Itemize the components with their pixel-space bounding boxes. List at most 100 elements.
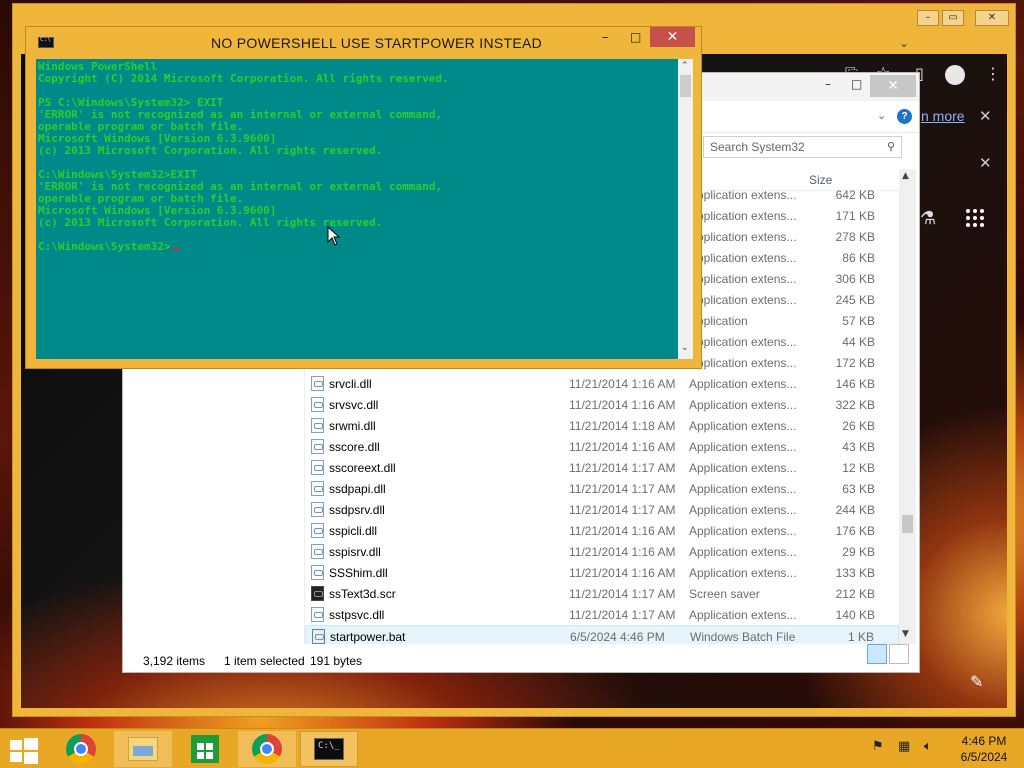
file-date-modified: 11/21/2014 1:17 AM (569, 587, 676, 601)
file-type: Application extens... (689, 419, 797, 433)
learn-more-link[interactable]: n more (921, 108, 965, 124)
cmd-titlebar[interactable]: NO POWERSHELL USE STARTPOWER INSTEAD – □… (26, 27, 701, 57)
file-date-modified: 11/21/2014 1:16 AM (569, 545, 676, 559)
file-row[interactable]: sscore.dll 11/21/2014 1:16 AM Application … (305, 436, 899, 457)
file-row[interactable]: srvcli.dll 11/21/2014 1:16 AM Application … (305, 373, 899, 394)
file-row[interactable]: sstpsvc.dll 11/21/2014 1:17 AM Application… (305, 604, 899, 625)
file-size: 44 KB (842, 335, 875, 349)
search-input[interactable] (704, 137, 874, 157)
console-line: Copyright (C) 2014 Microsoft Corporation… (38, 72, 449, 85)
cmd-scroll-up-arrow-icon[interactable]: ⌃ (681, 61, 689, 71)
file-list-scrollbar[interactable]: ▲ ▼ (899, 169, 916, 644)
cmd-console-output[interactable]: Windows PowerShell Copyright (C) 2014 Mic… (36, 59, 678, 359)
file-row[interactable]: sscoreext.dll 11/21/2014 1:17 AM Applicati… (305, 457, 899, 478)
taskbar-command-prompt[interactable]: C:\_ (300, 731, 358, 767)
file-row[interactable]: ssdpapi.dll 11/21/2014 1:17 AM Application… (305, 478, 899, 499)
console-line: (c) 2013 Microsoft Corporation. All righ… (38, 144, 383, 157)
file-size: 1 KB (847, 630, 874, 644)
taskbar-chrome[interactable] (52, 731, 110, 767)
network-icon[interactable]: ▦ (898, 739, 910, 754)
file-size: 212 KB (835, 587, 875, 601)
file-size: 146 KB (835, 377, 875, 391)
large-icons-view-button[interactable] (889, 644, 909, 664)
cmd-maximize-button[interactable]: □ (630, 30, 641, 44)
file-explorer-icon (128, 737, 158, 761)
command-prompt-window: NO POWERSHELL USE STARTPOWER INSTEAD – □… (25, 26, 702, 369)
dll-file-icon (311, 502, 324, 517)
labs-flask-icon[interactable]: ⚗ (920, 208, 936, 229)
clock-date: 6/5/2024 (960, 750, 1008, 764)
cmd-scrollbar[interactable]: ⌃ ⌄ (678, 59, 693, 359)
file-date-modified: 11/21/2014 1:16 AM (569, 398, 676, 412)
file-row[interactable]: sspicli.dll 11/21/2014 1:16 AM Application… (305, 520, 899, 541)
file-row[interactable]: ssdpsrv.dll 11/21/2014 1:17 AM Application… (305, 499, 899, 520)
help-icon[interactable]: ? (897, 109, 912, 124)
file-size: 29 KB (842, 545, 875, 559)
address-history-chevron-icon[interactable]: ⌄ (877, 109, 886, 122)
file-type: Application extens... (689, 188, 797, 202)
dll-file-icon (311, 607, 324, 622)
file-row[interactable]: startpower.bat 6/5/2024 4:46 PM Windows Ba… (305, 625, 899, 644)
taskbar: C:\_ ⚑ ▦ 🔈︎ 4:46 PM 6/5/2024 (0, 728, 1024, 768)
search-box[interactable]: ⚲ (703, 136, 902, 158)
cmd-scroll-down-arrow-icon[interactable]: ⌄ (681, 343, 689, 353)
file-size: 306 KB (835, 272, 875, 286)
file-type: Application extens... (689, 251, 797, 265)
scrollbar-thumb[interactable] (902, 515, 913, 533)
file-type: Application extens... (689, 293, 797, 307)
file-size: 322 KB (835, 398, 875, 412)
volume-muted-icon[interactable]: 🔈︎ (924, 739, 932, 754)
search-icon[interactable]: ⚲ (887, 140, 895, 153)
explorer-close-button[interactable]: ✕ (870, 75, 916, 97)
chrome-minimize-button[interactable]: – (917, 10, 939, 26)
file-name: srvsvc.dll (329, 398, 379, 412)
apps-grid-icon[interactable] (966, 209, 986, 229)
explorer-minimize-button[interactable]: – (825, 77, 831, 91)
file-type: Application extens... (689, 524, 797, 538)
details-view-button[interactable] (867, 644, 887, 664)
chrome-menu-icon[interactable]: ⋮ (985, 64, 1001, 83)
screensaver-file-icon (311, 586, 324, 601)
taskbar-chrome-2[interactable] (238, 731, 296, 767)
chrome-icon (252, 734, 282, 764)
batch-file-icon (312, 629, 325, 644)
profile-avatar[interactable] (945, 65, 965, 85)
action-center-flag-icon[interactable]: ⚑ (872, 739, 884, 754)
file-size: 133 KB (835, 566, 875, 580)
chrome-maximize-button[interactable]: ▭ (942, 10, 964, 26)
file-row[interactable]: srvsvc.dll 11/21/2014 1:16 AM Application … (305, 394, 899, 415)
file-type: Application extens... (689, 566, 797, 580)
dismiss-infobar-close-icon[interactable]: ✕ (979, 107, 992, 125)
cmd-minimize-button[interactable]: – (602, 30, 609, 45)
file-name: startpower.bat (330, 630, 406, 644)
taskbar-clock[interactable]: 4:46 PM 6/5/2024 (952, 733, 1016, 765)
cmd-close-button[interactable]: ✕ (650, 27, 695, 47)
file-size: 176 KB (835, 524, 875, 538)
customize-pencil-icon[interactable]: ✎ (970, 672, 983, 691)
cmd-scrollbar-thumb[interactable] (680, 75, 691, 97)
explorer-maximize-button[interactable]: □ (851, 77, 862, 91)
dismiss-banner-close-icon[interactable]: ✕ (979, 154, 992, 172)
dll-file-icon (311, 439, 324, 454)
file-size: 12 KB (842, 461, 875, 475)
console-cursor (172, 248, 181, 250)
scroll-up-arrow-icon[interactable]: ▲ (902, 171, 909, 181)
taskbar-file-explorer[interactable] (114, 731, 172, 767)
file-row[interactable]: SSShim.dll 11/21/2014 1:16 AM Application … (305, 562, 899, 583)
dll-file-icon (311, 481, 324, 496)
file-row[interactable]: sspisrv.dll 11/21/2014 1:16 AM Application… (305, 541, 899, 562)
tab-search-chevron-icon[interactable]: ⌄ (899, 36, 909, 50)
file-size: 26 KB (842, 419, 875, 433)
file-row[interactable]: srwmi.dll 11/21/2014 1:18 AM Application e… (305, 415, 899, 436)
file-type: Application (689, 314, 748, 328)
file-type: Application extens... (689, 503, 797, 517)
file-row[interactable]: ssText3d.scr 11/21/2014 1:17 AM Screen sav… (305, 583, 899, 604)
file-name: sspisrv.dll (329, 545, 381, 559)
console-line: C:\Windows\System32> (38, 241, 676, 253)
scroll-down-arrow-icon[interactable]: ▼ (902, 629, 909, 639)
taskbar-store[interactable] (176, 731, 234, 767)
file-size: 172 KB (835, 356, 875, 370)
start-windows-icon[interactable] (10, 738, 38, 764)
chrome-close-button[interactable]: ✕ (975, 10, 1009, 26)
file-type: Application extens... (689, 461, 797, 475)
